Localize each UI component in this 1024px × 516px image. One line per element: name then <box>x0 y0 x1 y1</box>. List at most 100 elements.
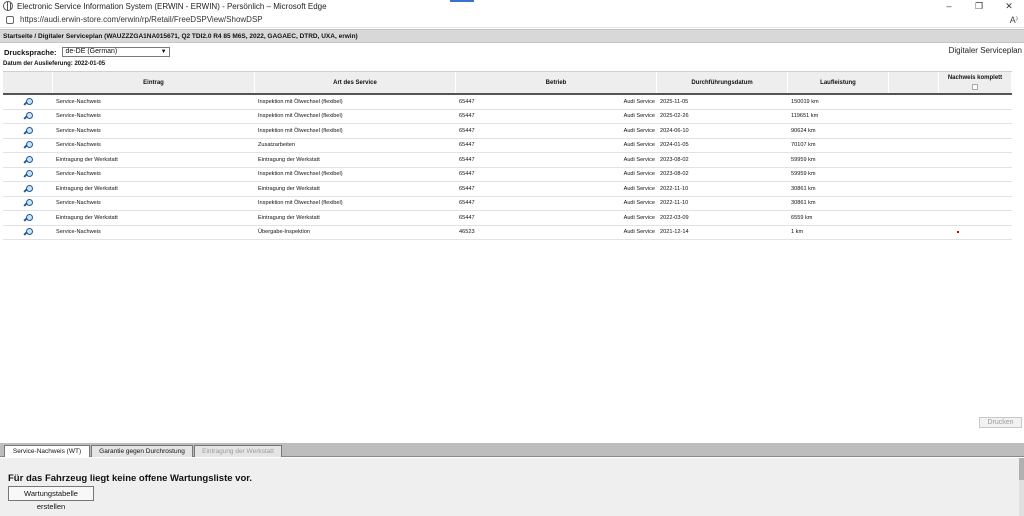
cell-laufleistung: 150019 km <box>791 98 819 105</box>
header-art[interactable]: Art des Service <box>255 72 456 93</box>
cell-datum: 2022-11-10 <box>660 185 689 192</box>
cell-laufleistung: 30861 km <box>791 185 816 192</box>
magnifier-icon[interactable] <box>24 97 33 106</box>
scrollbar[interactable] <box>1019 458 1024 516</box>
row-detail-cell[interactable] <box>3 153 53 167</box>
table-row[interactable]: Service-Nachweis Zusatzarbeiten 65447 Audi … <box>3 139 1012 153</box>
cell-betrieb-nr: 46523 <box>459 229 475 236</box>
table-row[interactable]: Service-Nachweis Inspektion mit Ölwechsel… <box>3 110 1012 124</box>
delivery-date: Datum der Auslieferung: 2022-01-05 <box>3 61 106 67</box>
cell-blank <box>889 226 939 240</box>
row-detail-cell[interactable] <box>3 124 53 138</box>
cell-datum: 2024-01-05 <box>660 142 689 149</box>
breadcrumb-text[interactable]: Startseite / Digitaler Serviceplan (WAUZ… <box>3 33 358 40</box>
cell-art: Inspektion mit Ölwechsel (flexibel) <box>258 200 343 207</box>
create-maintenance-table-button[interactable]: Wartungstabelle erstellen <box>8 486 94 511</box>
table-row[interactable]: Service-Nachweis Inspektion mit Ölwechsel… <box>3 95 1012 110</box>
cell-betrieb: 65447 Audi Service <box>456 182 657 196</box>
cell-blank <box>889 95 939 109</box>
cell-nachweis <box>939 139 1012 153</box>
cell-betrieb-name: Audi Service <box>623 200 655 207</box>
row-detail-cell[interactable] <box>3 110 53 124</box>
breadcrumb: Startseite / Digitaler Serviceplan (WAUZ… <box>0 29 1024 43</box>
cell-art: Eintragung der Werkstatt <box>258 214 320 221</box>
table-row[interactable]: Service-Nachweis Inspektion mit Ölwechsel… <box>3 197 1012 211</box>
magnifier-icon[interactable] <box>24 213 33 222</box>
cell-betrieb-name: Audi Service <box>623 142 655 149</box>
tab-service-nachweis[interactable]: Service-Nachweis (WT) <box>4 445 90 457</box>
cell-nachweis <box>939 182 1012 196</box>
scrollbar-thumb[interactable] <box>1019 458 1024 480</box>
read-aloud-icon[interactable]: A⁾ <box>1010 15 1018 26</box>
cell-eintrag: Service-Nachweis <box>56 98 101 105</box>
table-row[interactable]: Eintragung der Werkstatt Eintragung der W… <box>3 182 1012 197</box>
cell-betrieb: 65447 Audi Service <box>456 95 657 109</box>
magnifier-icon[interactable] <box>24 112 33 120</box>
cell-betrieb: 65447 Audi Service <box>456 153 657 167</box>
cell-betrieb: 65447 Audi Service <box>456 197 657 211</box>
cell-eintrag: Eintragung der Werkstatt <box>56 185 118 192</box>
header-blank <box>889 72 939 93</box>
cell-betrieb-name: Audi Service <box>623 214 655 221</box>
maximize-button[interactable]: ❐ <box>964 0 994 12</box>
table-row[interactable]: Service-Nachweis Inspektion mit Ölwechsel… <box>3 168 1012 182</box>
minimize-button[interactable]: – <box>934 0 964 12</box>
cell-laufleistung: 59959 km <box>791 156 816 163</box>
cell-blank <box>889 211 939 225</box>
row-detail-cell[interactable] <box>3 226 53 240</box>
header-datum[interactable]: Durchführungsdatum <box>657 72 788 93</box>
magnifier-icon[interactable] <box>24 170 33 178</box>
tab-bar: Service-Nachweis (WT) Garantie gegen Dur… <box>0 443 1024 457</box>
header-icon-col <box>3 72 53 93</box>
address-bar[interactable]: https://audi.erwin-store.com/erwin/rp/Re… <box>0 12 1024 28</box>
table-row[interactable]: Eintragung der Werkstatt Eintragung der W… <box>3 153 1012 168</box>
cell-blank <box>889 110 939 124</box>
cell-nachweis <box>939 197 1012 211</box>
url-text[interactable]: https://audi.erwin-store.com/erwin/rp/Re… <box>20 15 263 24</box>
table-row[interactable]: Service-Nachweis Übergabe-Inspektion 46523… <box>3 226 1012 240</box>
header-nachweis-label: Nachweis komplett <box>947 75 1003 81</box>
row-detail-cell[interactable] <box>3 197 53 211</box>
print-language-label: Drucksprache: <box>4 47 57 57</box>
print-language-select[interactable]: de-DE (German) ▼ <box>61 47 170 57</box>
cell-betrieb-name: Audi Service <box>623 127 655 134</box>
row-detail-cell[interactable] <box>3 182 53 196</box>
cell-art: Eintragung der Werkstatt <box>258 185 320 192</box>
cell-blank <box>889 153 939 167</box>
tab-garantie[interactable]: Garantie gegen Durchrostung <box>91 445 193 457</box>
cell-art: Eintragung der Werkstatt <box>258 156 320 163</box>
magnifier-icon[interactable] <box>24 199 33 207</box>
cell-betrieb-name: Audi Service <box>623 185 655 192</box>
row-detail-cell[interactable] <box>3 95 53 109</box>
cell-betrieb-name: Audi Service <box>623 98 655 105</box>
print-language-value: de-DE (German) <box>65 48 118 55</box>
print-button[interactable]: Drucken <box>979 417 1022 428</box>
cell-betrieb-nr: 65447 <box>459 127 475 134</box>
cell-betrieb-nr: 65447 <box>459 200 475 207</box>
cell-laufleistung: 59959 km <box>791 171 816 178</box>
magnifier-icon[interactable] <box>24 184 33 193</box>
header-eintrag[interactable]: Eintrag <box>53 72 255 93</box>
cell-art: Inspektion mit Ölwechsel (flexibel) <box>258 127 343 134</box>
row-detail-cell[interactable] <box>3 139 53 153</box>
cell-laufleistung: 6559 km <box>791 214 813 221</box>
magnifier-icon[interactable] <box>24 141 33 149</box>
cell-eintrag: Eintragung der Werkstatt <box>56 214 118 221</box>
magnifier-icon[interactable] <box>24 228 33 236</box>
nachweis-all-checkbox[interactable] <box>972 84 978 90</box>
row-detail-cell[interactable] <box>3 168 53 182</box>
row-detail-cell[interactable] <box>3 211 53 225</box>
header-betrieb[interactable]: Betrieb <box>456 72 657 93</box>
header-laufleistung[interactable]: Laufleistung <box>788 72 889 93</box>
close-button[interactable]: ✕ <box>994 0 1024 12</box>
tab-accent <box>450 0 474 2</box>
cell-betrieb-name: Audi Service <box>623 171 655 178</box>
cell-nachweis <box>939 211 1012 225</box>
lock-icon[interactable] <box>6 15 14 24</box>
maintenance-panel: Für das Fahrzeug liegt keine offene Wart… <box>0 458 1024 516</box>
window-title: Electronic Service Information System (E… <box>17 1 327 11</box>
table-row[interactable]: Service-Nachweis Inspektion mit Ölwechsel… <box>3 124 1012 139</box>
magnifier-icon[interactable] <box>24 155 33 164</box>
table-row[interactable]: Eintragung der Werkstatt Eintragung der W… <box>3 211 1012 226</box>
magnifier-icon[interactable] <box>24 126 33 135</box>
